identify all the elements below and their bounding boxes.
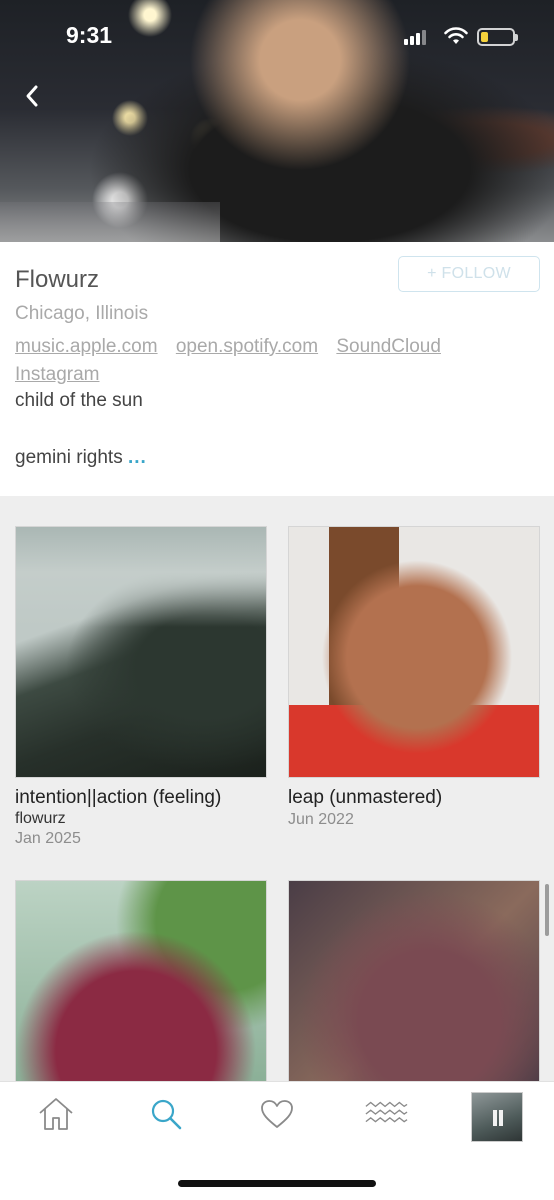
battery-level: [481, 32, 488, 42]
tab-home[interactable]: [34, 1094, 78, 1134]
header-image-street: [0, 202, 220, 242]
release-artist: flowurz: [15, 810, 66, 827]
link-spotify[interactable]: open.spotify.com: [176, 336, 318, 357]
search-icon: [151, 1099, 182, 1130]
heart-icon: [261, 1100, 293, 1128]
wifi-icon: [444, 27, 468, 44]
cellular-signal-icon: [404, 30, 426, 45]
scrollbar[interactable]: [545, 884, 549, 936]
release-date: Jan 2025: [15, 830, 81, 847]
home-icon: [39, 1098, 73, 1130]
link-instagram[interactable]: Instagram: [15, 364, 99, 385]
artist-bio-line: child of the sun: [15, 390, 143, 411]
status-time: 9:31: [66, 22, 113, 48]
tab-search[interactable]: [144, 1094, 188, 1134]
artist-links: music.apple.com open.spotify.com SoundCl…: [15, 333, 535, 389]
release-date: Jun 2022: [288, 811, 354, 828]
back-button[interactable]: [16, 82, 48, 114]
release-card[interactable]: leap (unmastered) Jun 2022: [288, 526, 540, 829]
artist-bio-line: gemini rights ...: [15, 447, 147, 469]
tab-feed[interactable]: [364, 1094, 408, 1134]
release-artwork[interactable]: [15, 526, 267, 778]
link-apple-music[interactable]: music.apple.com: [15, 336, 158, 357]
artist-name: Flowurz: [15, 266, 100, 293]
home-indicator[interactable]: [178, 1180, 376, 1187]
release-card[interactable]: intention||action (feeling) flowurz Jan …: [15, 526, 267, 848]
release-title: intention||action (feeling): [15, 787, 222, 808]
status-bar: 9:31: [0, 0, 554, 72]
link-soundcloud[interactable]: SoundCloud: [336, 336, 441, 357]
now-playing-button[interactable]: [471, 1092, 523, 1142]
battery-icon: [477, 28, 518, 46]
expand-bio-button[interactable]: ...: [128, 447, 147, 468]
artist-location: Chicago, Illinois: [15, 303, 149, 324]
artist-profile: Flowurz + FOLLOW Chicago, Illinois music…: [0, 242, 554, 496]
bio-text: gemini rights: [15, 447, 123, 468]
release-artwork[interactable]: [288, 526, 540, 778]
waves-icon: [365, 1101, 408, 1123]
tab-favorites[interactable]: [255, 1094, 299, 1134]
chevron-left-icon: [26, 85, 38, 107]
release-title: leap (unmastered): [288, 787, 443, 808]
pause-icon: [491, 1110, 505, 1126]
follow-button[interactable]: + FOLLOW: [398, 256, 540, 292]
